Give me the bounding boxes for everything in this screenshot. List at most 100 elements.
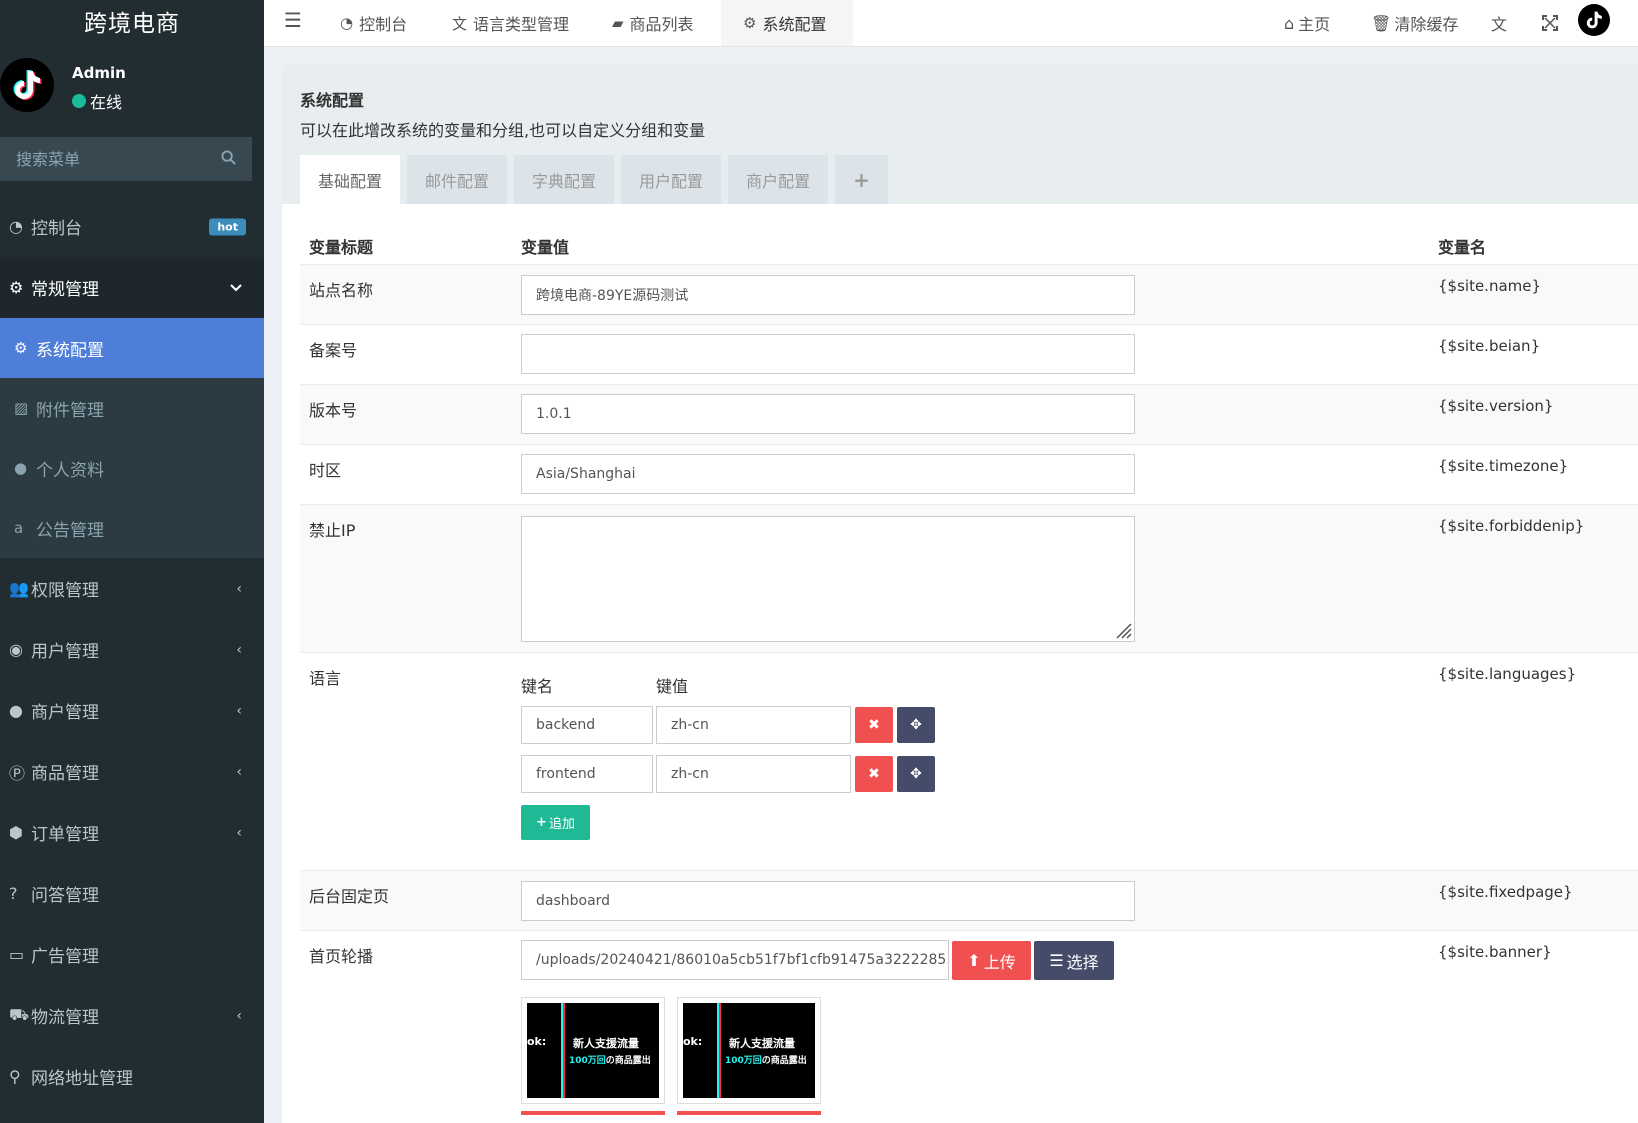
sidebar-item-orders[interactable]: ⬢ 订单管理 ‹ xyxy=(0,802,264,863)
row-variable: {$site.name} xyxy=(1438,277,1542,295)
tab-dictionary-config[interactable]: 字典配置 xyxy=(514,155,615,204)
banner-edge-text: ok: xyxy=(683,1035,703,1048)
site-name-input[interactable]: 跨境电商-89YE源码测试 xyxy=(521,275,1135,315)
tab-dashboard[interactable]: ◔ 控制台 xyxy=(318,0,429,46)
language-key-input[interactable]: backend xyxy=(521,706,653,744)
hamburger-menu-icon[interactable]: ☰ xyxy=(284,8,302,32)
tab-user-config[interactable]: 用户配置 xyxy=(621,155,722,204)
sidebar-item-logistics[interactable]: ⛟ 物流管理 ‹ xyxy=(0,985,264,1046)
banner-path-input[interactable]: /uploads/20240421/86010a5cb51f7bf1cfb914… xyxy=(521,940,949,980)
upload-icon: ⬆ xyxy=(967,951,981,970)
banner-subline: 100万回の商品露出 xyxy=(725,1056,807,1066)
row-variable: {$site.banner} xyxy=(1438,943,1552,961)
amazon-icon: a xyxy=(14,519,24,537)
menu-search-input[interactable] xyxy=(16,149,221,169)
row-variable: {$site.version} xyxy=(1438,397,1554,415)
upload-button[interactable]: ⬆ 上传 xyxy=(952,941,1031,980)
page-description: 可以在此增改系统的变量和分组,也可以自定义分组和变量 xyxy=(300,121,706,140)
banner-thumbnail[interactable]: ok: 新人支援流量 100万回の商品露出 xyxy=(677,997,821,1104)
sidebar-item-general[interactable]: ⚙ 常规管理 xyxy=(0,257,264,318)
sidebar-item-label: 权限管理 xyxy=(31,581,99,601)
sidebar-item-label: 商户管理 xyxy=(31,703,99,723)
cube-icon: ⬢ xyxy=(9,823,23,842)
question-icon: ? xyxy=(9,884,18,903)
language-value-input[interactable]: zh-cn xyxy=(656,706,851,744)
row-title: 版本号 xyxy=(309,401,358,420)
language-switch-icon[interactable]: 文 xyxy=(1491,0,1507,46)
resize-handle-icon[interactable] xyxy=(1112,619,1132,639)
chevron-left-icon: ‹ xyxy=(236,763,242,780)
append-pair-button[interactable]: + 追加 xyxy=(521,805,590,840)
language-value-input[interactable]: zh-cn xyxy=(656,755,851,793)
search-icon[interactable] xyxy=(221,149,236,169)
close-icon: ✖ xyxy=(868,766,880,782)
select-button[interactable]: ☰ 选择 xyxy=(1034,941,1114,980)
sidebar-item-auth[interactable]: 👥 权限管理 ‹ xyxy=(0,558,264,619)
language-key-input[interactable]: frontend xyxy=(521,755,653,793)
user-status: 在线 xyxy=(72,89,122,113)
tab-basic-config[interactable]: 基础配置 xyxy=(300,155,401,204)
sidebar-item-label: 用户管理 xyxy=(31,642,99,662)
drag-pair-button[interactable]: ✥ xyxy=(897,707,935,743)
banner-thumbnail[interactable]: ok: 新人支援流量 100万回の商品露出 xyxy=(521,997,665,1104)
table-row: 站点名称 跨境电商-89YE源码测试 {$site.name} xyxy=(300,264,1638,324)
table-row: 禁止IP {$site.forbiddenip} xyxy=(300,504,1638,652)
forbidden-ip-textarea[interactable] xyxy=(521,516,1135,642)
suitcase-icon: ▰ xyxy=(612,14,624,32)
row-variable: {$site.timezone} xyxy=(1438,457,1569,475)
nav-avatar[interactable] xyxy=(1578,4,1610,36)
sidebar-item-qa[interactable]: ? 问答管理 xyxy=(0,863,264,924)
image-icon: ▨ xyxy=(14,399,29,417)
online-status-icon xyxy=(72,94,86,108)
dashboard-icon: ◔ xyxy=(9,217,23,236)
sidebar-item-dashboard[interactable]: ◔ 控制台 hot xyxy=(0,196,264,257)
tab-language-types[interactable]: 文 语言类型管理 xyxy=(430,0,591,46)
remove-pair-button[interactable]: ✖ xyxy=(855,707,893,743)
remove-banner-button[interactable] xyxy=(521,1111,665,1115)
sidebar-item-ads[interactable]: ▭ 广告管理 xyxy=(0,924,264,985)
close-icon: ✖ xyxy=(868,717,880,733)
config-table: 变量标题 变量值 变量名 站点名称 跨境电商-89YE源码测试 {$site.n… xyxy=(300,216,1638,1123)
sidebar-item-users[interactable]: ◉ 用户管理 ‹ xyxy=(0,619,264,680)
column-header-name: 变量名 xyxy=(1438,238,1487,257)
home-icon: ⌂ xyxy=(1284,13,1295,33)
brand-title[interactable]: 跨境电商 xyxy=(0,0,264,40)
sidebar-item-attachments[interactable]: ▨ 附件管理 xyxy=(0,378,264,438)
tab-system-config[interactable]: ⚙ 系统配置 xyxy=(721,0,853,46)
chevron-left-icon: ‹ xyxy=(236,824,242,841)
group-icon: 👥 xyxy=(9,579,29,598)
sidebar-item-network[interactable]: ⚲ 网络地址管理 xyxy=(0,1046,264,1107)
remove-pair-button[interactable]: ✖ xyxy=(855,756,893,792)
sidebar-item-profile[interactable]: ● 个人资料 xyxy=(0,438,264,498)
sidebar-item-label: 问答管理 xyxy=(31,886,99,906)
avatar[interactable] xyxy=(0,58,54,112)
column-header-title: 变量标题 xyxy=(309,238,374,257)
sidebar-item-merchants[interactable]: ● 商户管理 ‹ xyxy=(0,680,264,741)
drag-pair-button[interactable]: ✥ xyxy=(897,756,935,792)
hot-badge: hot xyxy=(209,218,246,235)
tab-product-list[interactable]: ▰ 商品列表 xyxy=(590,0,716,46)
tiktok-logo-icon xyxy=(13,70,42,100)
version-input[interactable]: 1.0.1 xyxy=(521,394,1135,434)
top-navbar: ☰ ◔ 控制台 文 语言类型管理 ▰ 商品列表 ⚙ 系统配置 ⌂ 主页 🗑 清除… xyxy=(264,0,1638,47)
sidebar-menu: ◔ 控制台 hot ⚙ 常规管理 ⚙ 系统配置 ▨ 附件管理 ● 个人资料 a … xyxy=(0,196,264,1107)
beian-input[interactable] xyxy=(521,334,1135,374)
sidebar-item-notices[interactable]: a 公告管理 xyxy=(0,498,264,558)
home-link[interactable]: ⌂ 主页 xyxy=(1284,0,1330,46)
timezone-input[interactable]: Asia/Shanghai xyxy=(521,454,1135,494)
sidebar: 跨境电商 Admin 在线 ◔ 控制台 hot ⚙ 常规管理 xyxy=(0,0,264,1123)
row-title: 语言 xyxy=(309,669,342,688)
move-icon: ✥ xyxy=(910,766,922,782)
sidebar-item-label: 常规管理 xyxy=(31,280,99,300)
page-title: 系统配置 xyxy=(300,91,365,110)
add-tab-button[interactable]: + xyxy=(835,155,888,204)
fullscreen-icon[interactable] xyxy=(1542,0,1558,46)
sidebar-item-products[interactable]: Ⓟ 商品管理 ‹ xyxy=(0,741,264,802)
sidebar-item-system-config[interactable]: ⚙ 系统配置 xyxy=(0,318,264,378)
tab-merchant-config[interactable]: 商户配置 xyxy=(728,155,829,204)
clear-cache-button[interactable]: 🗑 清除缓存 xyxy=(1371,0,1458,46)
tab-email-config[interactable]: 邮件配置 xyxy=(407,155,508,204)
fixed-page-input[interactable]: dashboard xyxy=(521,881,1135,921)
remove-banner-button[interactable] xyxy=(677,1111,821,1115)
tab-label: 商品列表 xyxy=(629,15,694,34)
